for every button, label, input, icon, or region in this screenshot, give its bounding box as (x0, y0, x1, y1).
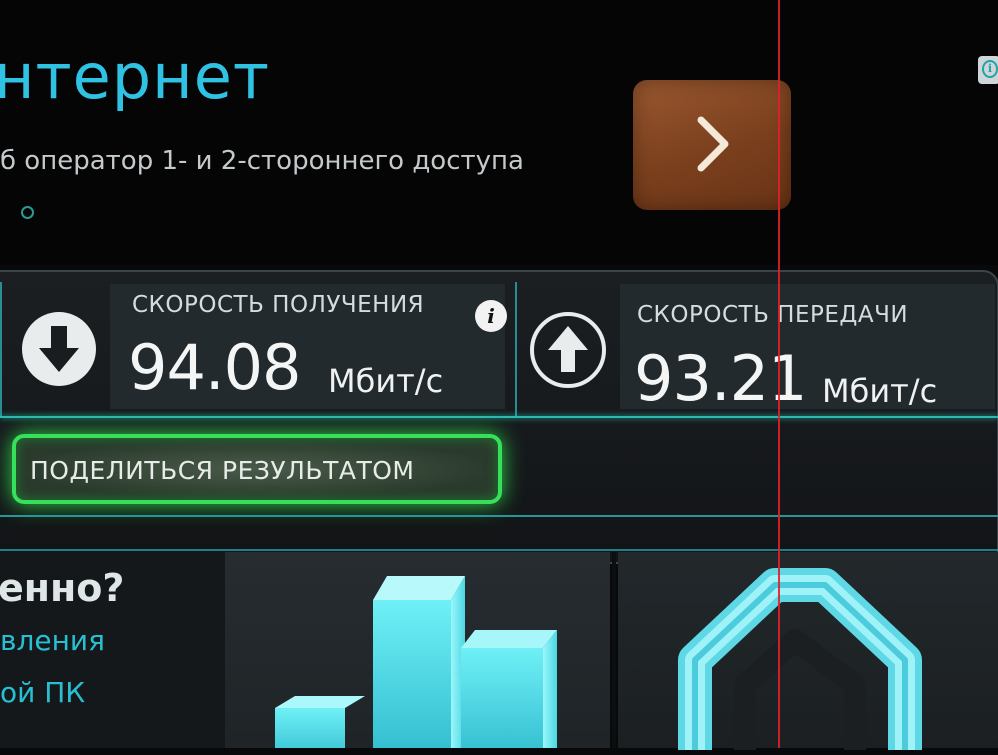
arrow-up-icon (530, 312, 606, 388)
divider (0, 282, 2, 416)
divider (0, 515, 998, 517)
chevron-right-icon (697, 116, 729, 172)
share-result-button[interactable]: ПОДЕЛИТЬСЯ РЕЗУЛЬТАТОМ (12, 434, 502, 504)
divider (0, 416, 998, 418)
upload-label: СКОРОСТЬ ПЕРЕДАЧИ (637, 302, 909, 328)
upload-unit: Мбит/с (822, 372, 938, 410)
divider (612, 552, 616, 748)
promo-text-line: вления (0, 624, 105, 657)
upload-value: 93.21 (634, 342, 807, 415)
ring-logo-icon (678, 568, 922, 750)
download-value: 94.08 (128, 331, 301, 404)
divider (0, 549, 998, 551)
carousel-dot[interactable] (21, 206, 34, 219)
promo-text-line: ой ПК (0, 676, 86, 709)
ad-subtitle: б оператор 1- и 2-стороннего доступа (0, 146, 524, 176)
bar-graph-icon (275, 576, 557, 748)
arrow-down-icon (22, 312, 96, 386)
ad-banner: нтернет б оператор 1- и 2-стороннего дос… (0, 0, 998, 265)
divider (515, 282, 517, 416)
download-label: СКОРОСТЬ ПОЛУЧЕНИЯ (132, 292, 425, 318)
ad-next-button[interactable] (633, 80, 791, 210)
share-result-label: ПОДЕЛИТЬСЯ РЕЗУЛЬТАТОМ (30, 456, 415, 485)
ad-title: нтернет (0, 40, 270, 113)
promo-heading: енно? (0, 566, 125, 610)
info-icon: i (982, 60, 998, 78)
screen-red-line (778, 0, 780, 748)
download-unit: Мбит/с (328, 362, 444, 400)
ad-info-button[interactable]: i (978, 56, 998, 84)
info-icon[interactable]: i (475, 300, 507, 332)
